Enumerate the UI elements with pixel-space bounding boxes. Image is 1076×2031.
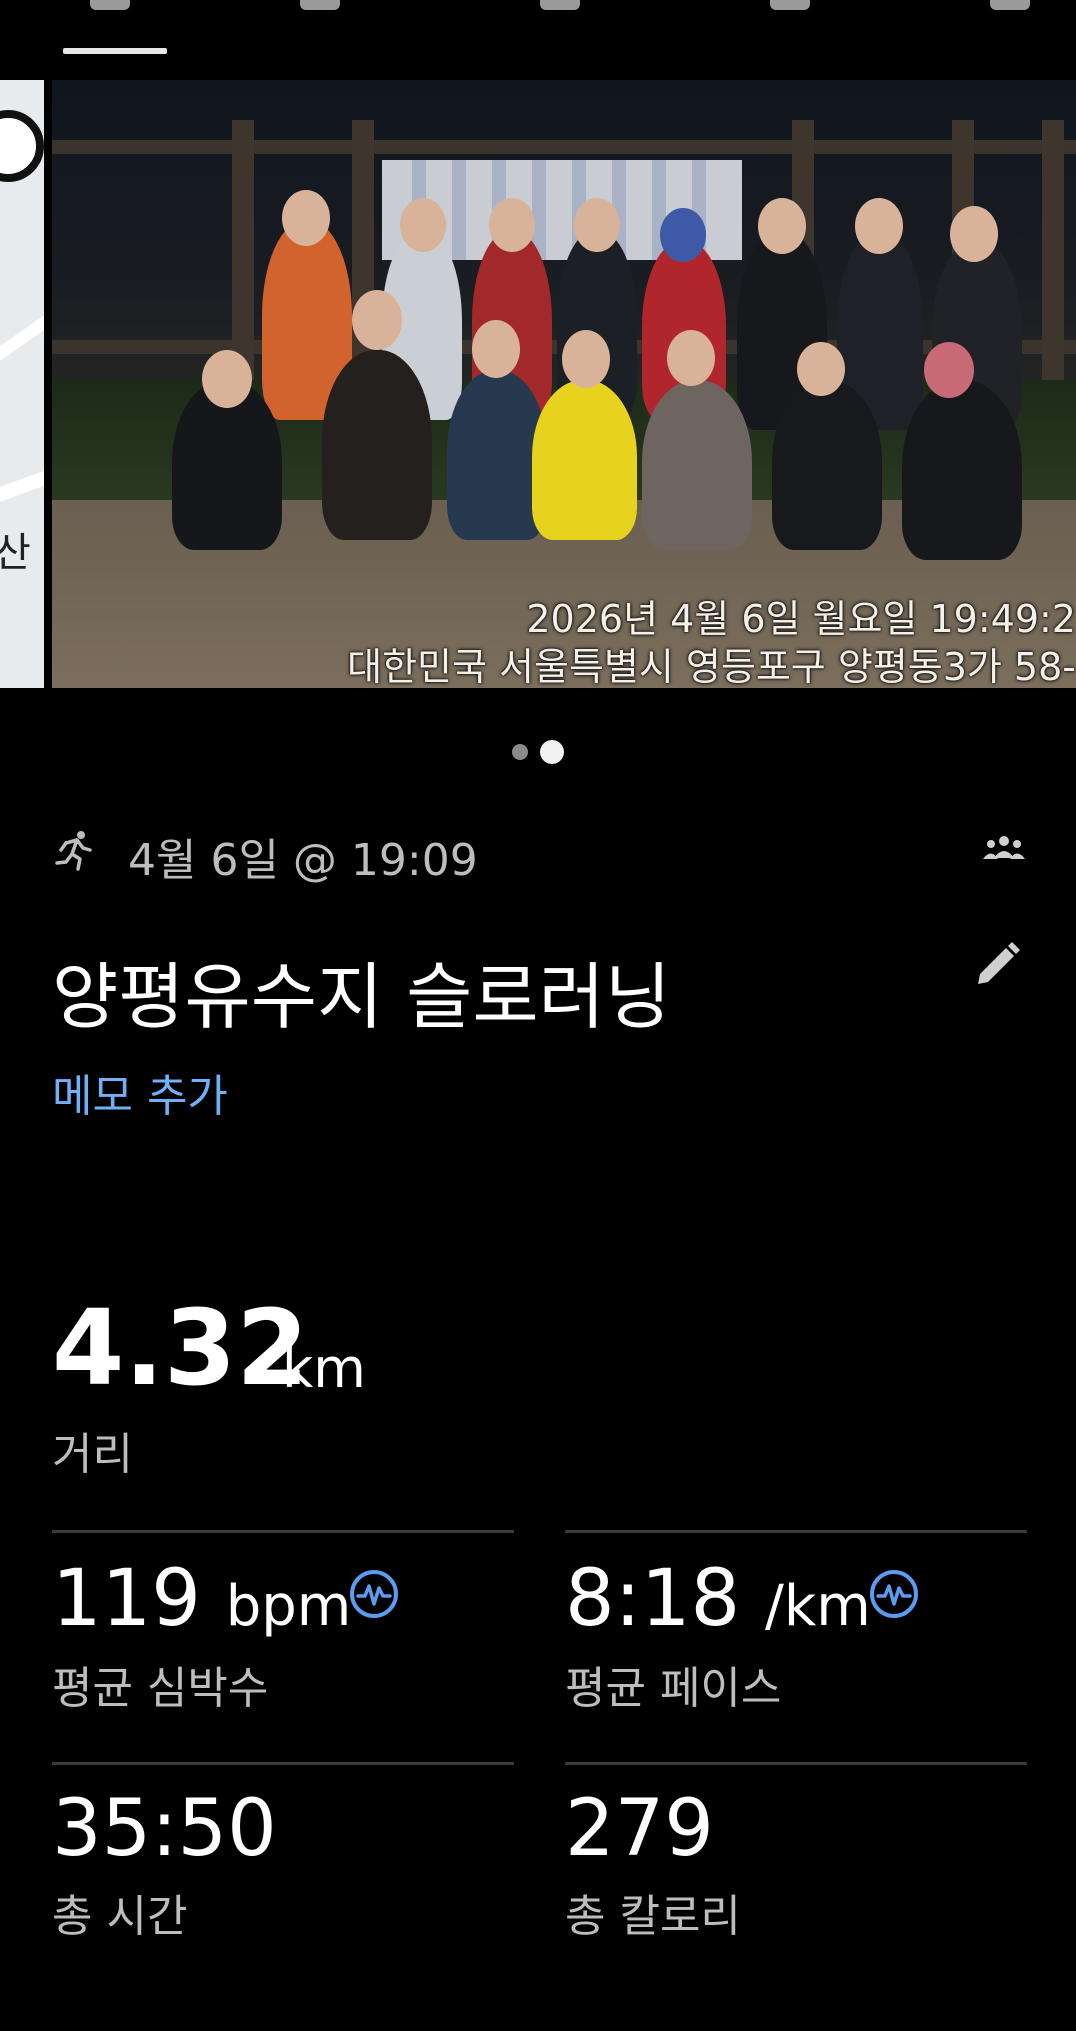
- avg-pace-label: 평균 페이스: [565, 1663, 782, 1714]
- photo-fence: [52, 140, 1076, 154]
- tab-stub[interactable]: [300, 0, 340, 10]
- photo-person-head: [574, 198, 620, 252]
- group-photo[interactable]: 2026년 4월 6일 월요일 19:49:2 대한민국 서울특별시 영등포구 …: [52, 80, 1076, 688]
- photo-person-head: [352, 290, 402, 350]
- page-dot[interactable]: [512, 744, 528, 760]
- top-tab-bar: [0, 0, 1076, 60]
- carousel-page-indicator: [0, 740, 1076, 766]
- total-calories-label: 총 칼로리: [565, 1891, 741, 1942]
- photo-location: 대한민국 서울특별시 영등포구 양평동3가 58-: [347, 645, 1076, 688]
- pace-unit: /km: [764, 1574, 871, 1639]
- map-start-marker-icon: [0, 110, 44, 182]
- photo-person-head: [924, 342, 974, 398]
- distance-value: 4.32: [52, 1287, 309, 1409]
- photo-person-head: [562, 330, 610, 388]
- heart-rate-icon[interactable]: [868, 1568, 920, 1620]
- photo-person-head: [667, 330, 715, 386]
- add-memo-link[interactable]: 메모 추가: [52, 1060, 228, 1124]
- photo-person: [532, 380, 637, 540]
- route-map-thumbnail[interactable]: 산: [0, 80, 44, 688]
- photo-person: [322, 350, 432, 540]
- map-label: 산: [0, 530, 31, 576]
- divider: [52, 1762, 514, 1765]
- running-icon: [55, 831, 92, 871]
- heart-rate-unit: bpm: [225, 1574, 352, 1639]
- photo-person-head: [472, 320, 520, 378]
- photo-person-head: [950, 206, 998, 262]
- activity-date-time: 4월 6일 @ 19:09: [128, 835, 478, 886]
- map-road: [0, 311, 44, 361]
- photo-person: [772, 380, 882, 550]
- activity-meta-row: 4월 6일 @ 19:09: [52, 820, 1026, 886]
- tab-stub[interactable]: [990, 0, 1030, 10]
- edit-icon[interactable]: [968, 938, 1024, 994]
- total-time-value: 35:50: [52, 1784, 277, 1874]
- activity-title: 양평유수지 슬로러닝: [52, 955, 672, 1039]
- photo-person-head: [758, 198, 806, 254]
- photo-person-head: [282, 190, 330, 246]
- tab-stub[interactable]: [770, 0, 810, 10]
- avg-pace-value: 8:18 /km: [565, 1560, 871, 1638]
- avg-heart-rate-label: 평균 심박수: [52, 1663, 269, 1714]
- photo-person-head: [202, 350, 252, 408]
- page-dot-active[interactable]: [540, 740, 564, 764]
- avg-heart-rate-value: 119 bpm: [52, 1560, 351, 1638]
- photo-person-head: [489, 198, 535, 252]
- heart-rate-icon[interactable]: [348, 1568, 400, 1620]
- photo-person-head: [660, 208, 706, 262]
- heart-rate-number: 119: [52, 1554, 201, 1644]
- divider: [52, 1530, 514, 1533]
- tab-stub[interactable]: [90, 0, 130, 10]
- media-carousel[interactable]: 산 2026년 4월 6일 월요일 19:49:2 대한민국 서울특별시 영등포…: [0, 80, 1076, 688]
- map-road: [0, 466, 44, 508]
- photo-person-head: [855, 198, 903, 254]
- photo-person-head: [400, 198, 446, 252]
- photo-person: [642, 380, 752, 550]
- photo-timestamp: 2026년 4월 6일 월요일 19:49:2: [526, 597, 1076, 641]
- tab-stub[interactable]: [540, 0, 580, 10]
- distance-label: 거리: [52, 1429, 133, 1480]
- pace-number: 8:18: [565, 1554, 741, 1644]
- divider: [565, 1530, 1027, 1533]
- total-time-label: 총 시간: [52, 1891, 188, 1942]
- distance-unit: km: [282, 1337, 366, 1400]
- photo-person-head: [797, 342, 845, 396]
- total-calories-value: 279: [565, 1784, 714, 1874]
- divider: [565, 1762, 1027, 1765]
- active-tab-indicator: [63, 48, 167, 54]
- photo-person: [902, 380, 1022, 560]
- group-icon[interactable]: [982, 832, 1026, 862]
